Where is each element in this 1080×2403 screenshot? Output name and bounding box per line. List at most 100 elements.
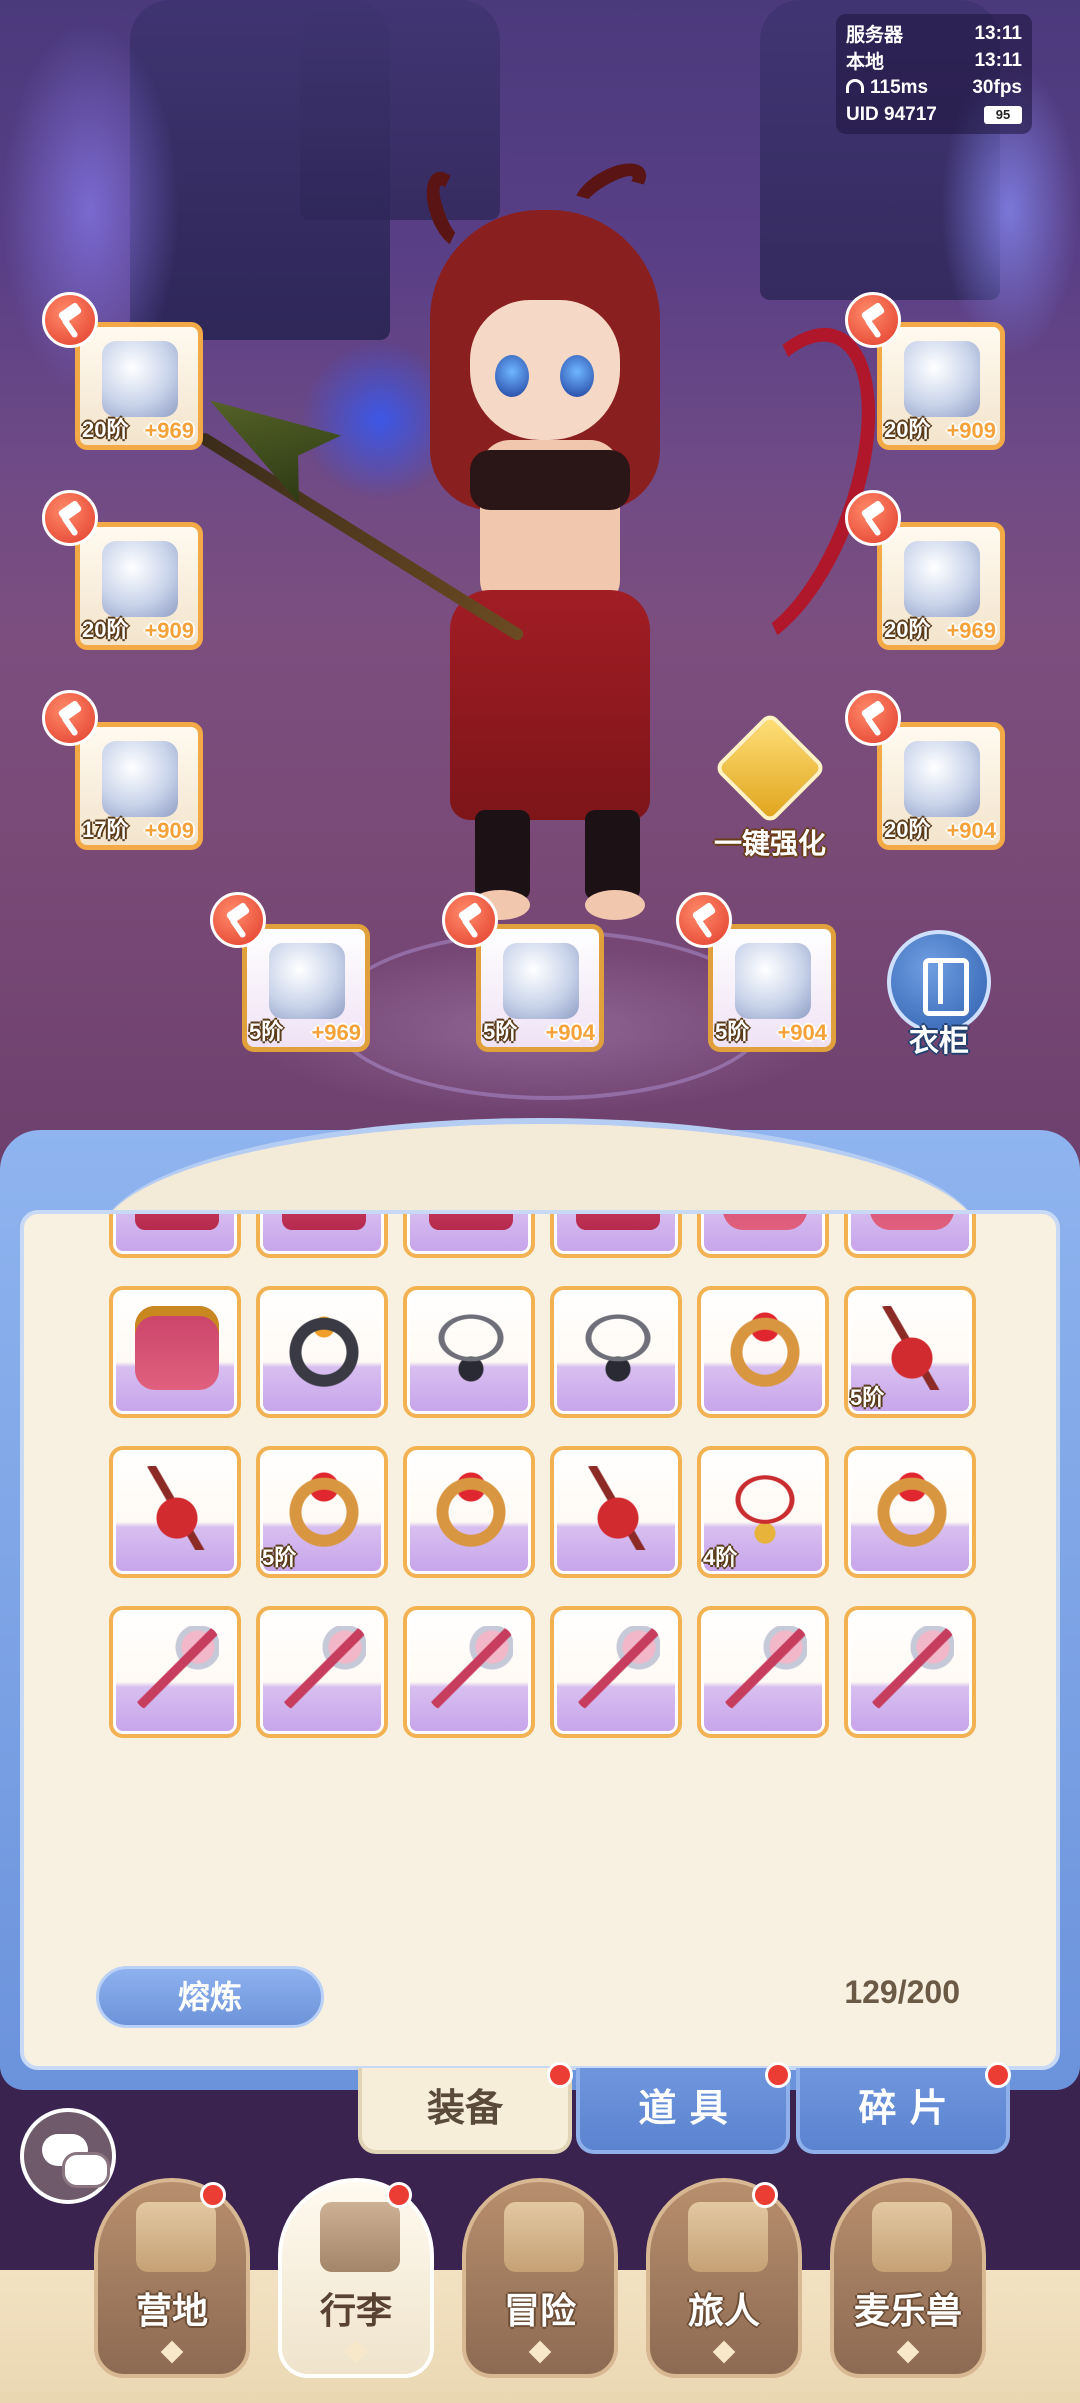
inventory-item[interactable]: [403, 1606, 535, 1738]
necklace-slot[interactable]: 5阶 +904: [476, 924, 604, 1052]
item-tier: 4阶: [703, 1545, 738, 1570]
enhance-hammer-icon[interactable]: [210, 892, 266, 948]
inventory-item[interactable]: [109, 1446, 241, 1578]
ring-icon: [269, 943, 345, 1019]
slot-tier: 17阶: [82, 817, 129, 842]
cape-icon: [102, 741, 178, 817]
inventory-item[interactable]: [403, 1214, 535, 1258]
character-model[interactable]: [390, 150, 730, 950]
armor-item-icon: [135, 1214, 219, 1230]
ping-value: 115ms: [870, 76, 929, 98]
foot: [585, 890, 645, 920]
top: [470, 450, 630, 510]
swords-icon: [504, 2202, 584, 2272]
staff-item-icon: [429, 1626, 513, 1710]
nav-marker: [160, 2340, 184, 2364]
tab-fragments[interactable]: 碎 片: [796, 2068, 1010, 2154]
enhance-hammer-icon[interactable]: [845, 490, 901, 546]
inventory-item[interactable]: 5阶: [256, 1446, 388, 1578]
armor-item-icon: [282, 1214, 366, 1230]
slot-plus: +909: [946, 418, 996, 443]
inventory-item[interactable]: [403, 1446, 535, 1578]
nav-adventure[interactable]: 冒险: [462, 2178, 618, 2378]
staff-item-icon: [282, 1626, 366, 1710]
fps-value: 30fps: [972, 76, 1022, 98]
boots-icon: [904, 741, 980, 817]
nav-camp[interactable]: 营地: [94, 2178, 250, 2378]
inventory-item[interactable]: [550, 1446, 682, 1578]
helmet-slot[interactable]: 20阶 +909: [877, 322, 1005, 450]
local-label: 本地: [846, 52, 885, 73]
gloves-icon: [904, 541, 980, 617]
inventory-item[interactable]: [844, 1214, 976, 1258]
slot-plus: +969: [311, 1020, 361, 1045]
slot-tier: 5阶: [249, 1019, 284, 1044]
notification-badge: [386, 2182, 412, 2208]
smelt-button[interactable]: 熔炼: [96, 1966, 324, 2028]
luggage-icon: [320, 2202, 400, 2272]
inventory-item[interactable]: [403, 1286, 535, 1418]
ring-slot[interactable]: 5阶 +969: [242, 924, 370, 1052]
inventory-item[interactable]: 4阶: [697, 1446, 829, 1578]
slot-plus: +909: [144, 818, 194, 843]
pendant-slot[interactable]: 5阶 +904: [708, 924, 836, 1052]
inventory-item[interactable]: [697, 1606, 829, 1738]
wardrobe-label: 衣柜: [909, 1024, 969, 1059]
staff-item-icon: [723, 1626, 807, 1710]
armor-item-icon: [429, 1214, 513, 1230]
slot-plus: +904: [545, 1020, 595, 1045]
slot-plus: +904: [777, 1020, 827, 1045]
inventory-item[interactable]: [844, 1446, 976, 1578]
inventory-panel: 5阶 5阶 4阶: [20, 1210, 1060, 2070]
inventory-item[interactable]: [109, 1606, 241, 1738]
inventory-item[interactable]: [550, 1286, 682, 1418]
inventory-item[interactable]: [109, 1214, 241, 1258]
inventory-item[interactable]: [256, 1606, 388, 1738]
pet-icon: [872, 2202, 952, 2272]
tab-items[interactable]: 道 具: [576, 2068, 790, 2154]
inventory-item[interactable]: [256, 1214, 388, 1258]
neck-item-icon: [429, 1306, 513, 1390]
enhance-hammer-icon[interactable]: [442, 892, 498, 948]
rneck-item-icon: [723, 1466, 807, 1550]
belt-item-icon: [870, 1214, 954, 1230]
wardrobe-button[interactable]: 衣柜: [885, 930, 993, 1060]
chat-icon[interactable]: [20, 2108, 116, 2204]
inventory-item[interactable]: [844, 1606, 976, 1738]
enhance-hammer-icon[interactable]: [676, 892, 732, 948]
tab-equipment[interactable]: 装备: [358, 2068, 572, 2154]
inventory-item[interactable]: [550, 1606, 682, 1738]
pend-item-icon: [870, 1306, 954, 1390]
gloves-slot[interactable]: 20阶 +969: [877, 522, 1005, 650]
enhance-hammer-icon[interactable]: [42, 690, 98, 746]
enhance-hammer-icon[interactable]: [845, 292, 901, 348]
one-key-enhance-button[interactable]: 一键强化: [700, 711, 840, 870]
eye: [560, 355, 594, 397]
armor-slot[interactable]: 20阶 +909: [75, 522, 203, 650]
cape-slot[interactable]: 17阶 +909: [75, 722, 203, 850]
ring-item-icon: [429, 1466, 513, 1550]
slot-tier: 5阶: [715, 1019, 750, 1044]
nav-marker: [896, 2340, 920, 2364]
notification-badge: [752, 2182, 778, 2208]
inventory-item[interactable]: [697, 1214, 829, 1258]
inventory-capacity: 129/200: [844, 1974, 960, 2010]
enhance-hammer-icon[interactable]: [42, 292, 98, 348]
nav-pet[interactable]: 麦乐兽: [830, 2178, 986, 2378]
notification-badge: [765, 2062, 791, 2088]
status-panel: 服务器 13:11 本地 13:11 115ms 30fps UID 94717 95: [836, 14, 1032, 134]
inventory-item[interactable]: [697, 1286, 829, 1418]
nav-luggage[interactable]: 行李: [278, 2178, 434, 2378]
enhance-hammer-icon[interactable]: [42, 490, 98, 546]
inventory-item[interactable]: 5阶: [844, 1286, 976, 1418]
inventory-item[interactable]: [550, 1214, 682, 1258]
boots-slot[interactable]: 20阶 +904: [877, 722, 1005, 850]
inventory-item[interactable]: [109, 1286, 241, 1418]
belt-item-icon: [135, 1306, 219, 1390]
enhance-hammer-icon[interactable]: [845, 690, 901, 746]
slot-tier: 20阶: [884, 617, 931, 642]
inventory-item[interactable]: [256, 1286, 388, 1418]
weapon-slot[interactable]: 20阶 +969: [75, 322, 203, 450]
nav-label: 营地: [135, 2291, 208, 2332]
nav-traveler[interactable]: 旅人: [646, 2178, 802, 2378]
